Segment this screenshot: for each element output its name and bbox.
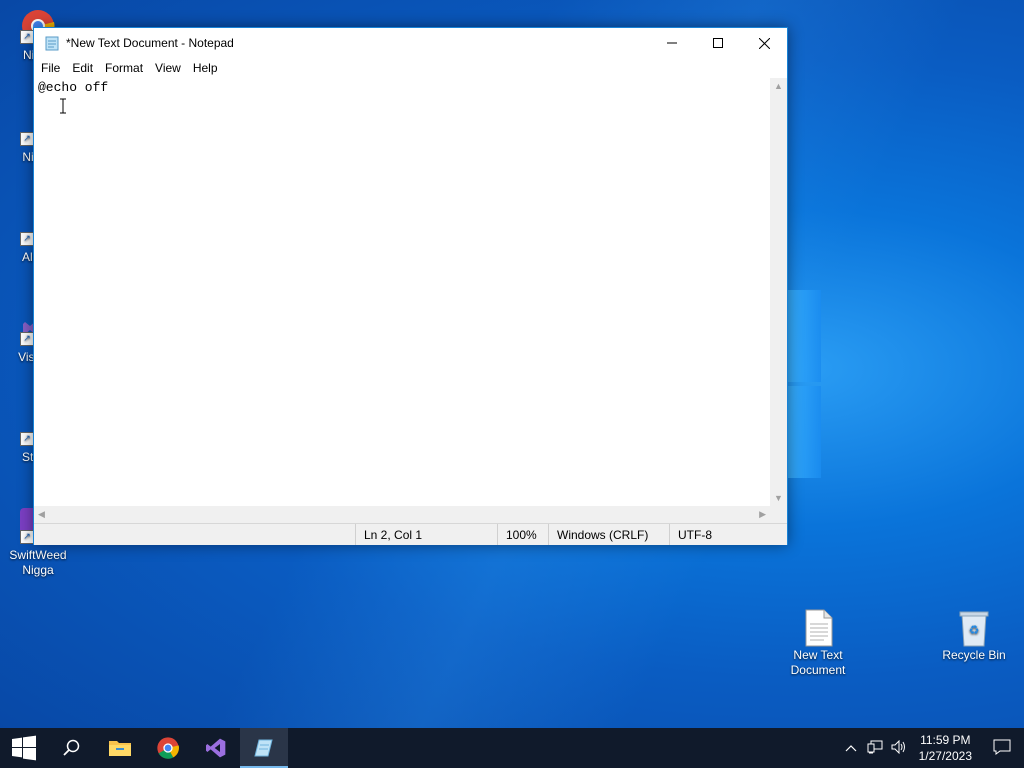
horizontal-scrollbar[interactable]: ◀ ▶: [34, 506, 770, 523]
close-button[interactable]: [741, 28, 787, 58]
menu-view[interactable]: View: [150, 61, 186, 75]
status-zoom: 100%: [497, 524, 548, 545]
volume-icon: [891, 739, 905, 754]
file-explorer-icon: [109, 741, 131, 756]
search-icon: [63, 739, 80, 756]
taskbar-visual-studio[interactable]: [192, 728, 240, 768]
minimize-icon: [667, 42, 677, 44]
taskbar: 11:59 PM 1/27/2023: [0, 728, 1024, 768]
status-encoding: UTF-8: [669, 524, 787, 545]
maximize-button[interactable]: [695, 28, 741, 58]
maximize-icon: [713, 38, 723, 48]
vertical-scrollbar[interactable]: ▲ ▼: [770, 78, 787, 506]
scroll-left-icon[interactable]: ◀: [38, 509, 45, 520]
clock[interactable]: 11:59 PM 1/27/2023: [919, 732, 972, 764]
network-icon: [867, 740, 883, 753]
notepad-window[interactable]: *New Text Document - Notepad File Edit F…: [33, 27, 788, 545]
recycle-bin-icon: ♻: [956, 608, 992, 647]
taskbar-notepad[interactable]: [240, 728, 288, 768]
notepad-icon: [44, 35, 60, 51]
window-title: *New Text Document - Notepad: [66, 36, 234, 50]
status-position: Ln 2, Col 1: [355, 524, 497, 545]
chevron-up-icon: [845, 745, 857, 752]
menu-format[interactable]: Format: [100, 61, 148, 75]
taskbar-chrome[interactable]: [144, 728, 192, 768]
system-tray: 11:59 PM 1/27/2023: [839, 728, 1024, 768]
status-bar: Ln 2, Col 1 100% Windows (CRLF) UTF-8: [34, 523, 787, 545]
status-line-endings: Windows (CRLF): [548, 524, 669, 545]
clock-time: 11:59 PM: [920, 733, 971, 747]
text-cursor-icon: [60, 98, 66, 114]
menu-edit[interactable]: Edit: [67, 61, 98, 75]
action-center-icon: [993, 739, 1011, 755]
scroll-up-icon[interactable]: ▲: [774, 81, 783, 91]
windows-logo-wallpaper: [785, 290, 823, 480]
svg-text:♻: ♻: [969, 623, 980, 637]
network-button[interactable]: [863, 740, 887, 757]
visual-studio-icon: [206, 738, 226, 758]
chrome-icon: [157, 737, 179, 759]
scroll-down-icon[interactable]: ▼: [774, 493, 783, 503]
minimize-button[interactable]: [649, 28, 695, 58]
notepad-icon: [254, 739, 273, 757]
text-editor[interactable]: @echo off: [34, 78, 770, 506]
close-icon: [758, 37, 770, 49]
search-button[interactable]: [48, 728, 96, 768]
title-bar[interactable]: *New Text Document - Notepad: [34, 28, 787, 58]
desktop-icon-new-text-document[interactable]: New Text Document: [782, 608, 854, 678]
text-document-icon: [800, 608, 836, 647]
clock-date: 1/27/2023: [918, 749, 972, 763]
desktop-icon-recycle-bin[interactable]: ♻ Recycle Bin: [938, 608, 1010, 663]
taskbar-file-explorer[interactable]: [96, 728, 144, 768]
start-button[interactable]: [0, 728, 48, 768]
scroll-right-icon[interactable]: ▶: [759, 509, 766, 520]
menu-bar: File Edit Format View Help: [34, 58, 787, 78]
windows-start-icon: [12, 735, 36, 761]
volume-button[interactable]: [887, 739, 911, 757]
menu-file[interactable]: File: [36, 61, 65, 75]
notifications-button[interactable]: [980, 739, 1024, 758]
menu-help[interactable]: Help: [188, 61, 223, 75]
editor-content: @echo off: [38, 80, 109, 95]
scrollbar-corner: [770, 506, 787, 523]
show-hidden-icons-button[interactable]: [839, 741, 863, 755]
